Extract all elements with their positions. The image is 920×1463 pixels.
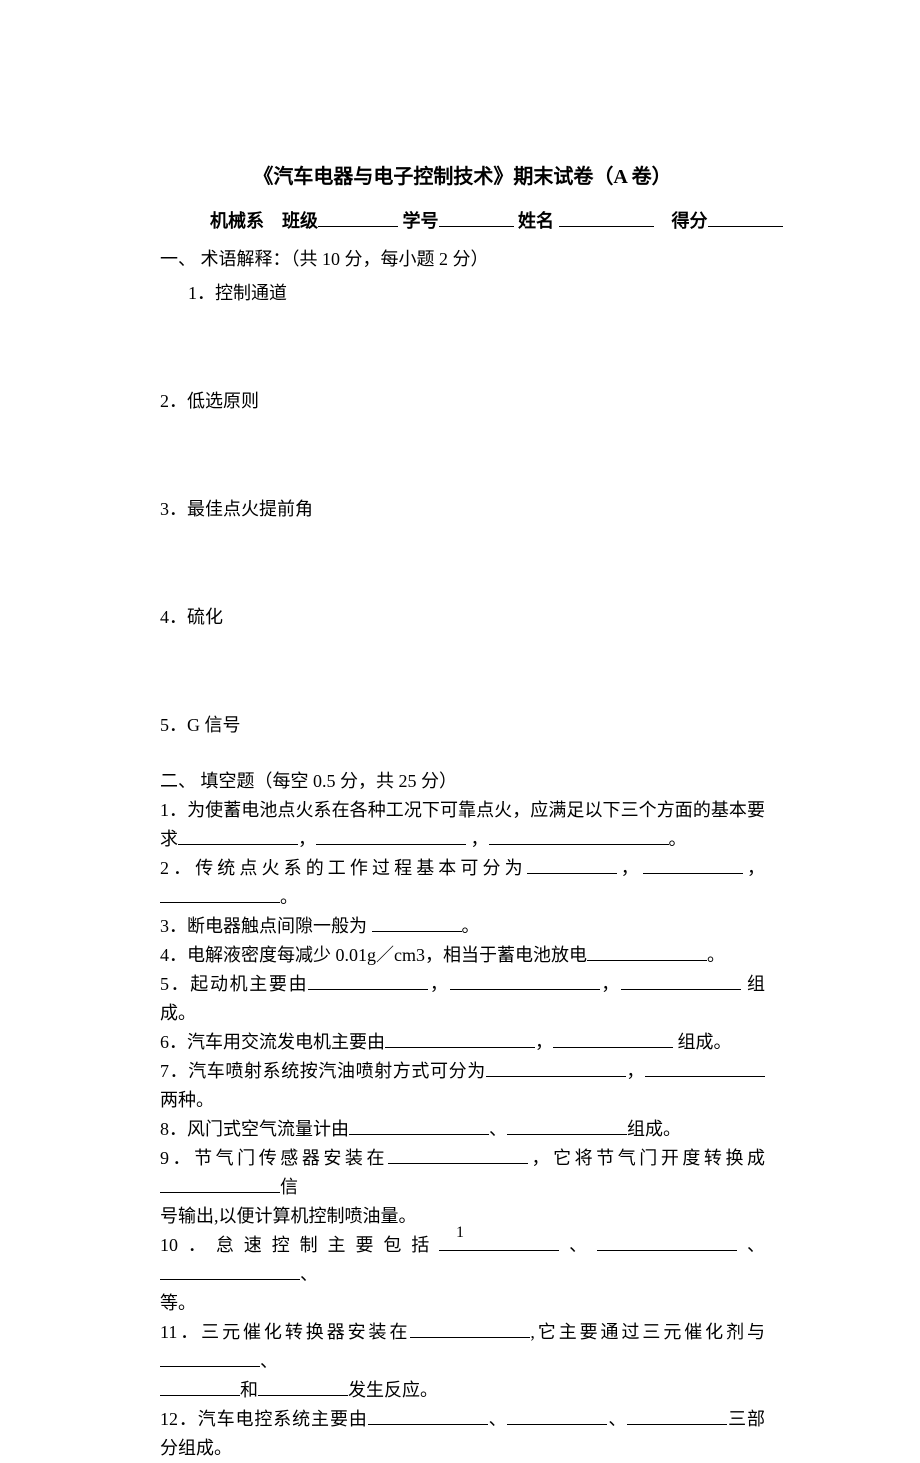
q12: 12．汽车电控系统主要由、、三部分组成。 [160, 1405, 765, 1463]
blank [410, 1320, 530, 1338]
blank [450, 972, 600, 990]
blank [160, 1349, 260, 1367]
blank [308, 972, 428, 990]
q8-text-b: 组成。 [627, 1119, 681, 1139]
blank [388, 1146, 528, 1164]
q6: 6．汽车用交流发电机主要由， 组成。 [160, 1028, 765, 1057]
q1-text-a: 1．为使蓄电池点火系在各种工况下可靠点火，应满足以下三个方面的基本要 [160, 800, 765, 820]
blank [507, 1407, 607, 1425]
blank [486, 1059, 626, 1077]
blank [643, 856, 743, 874]
blank [621, 972, 741, 990]
q9-text-c: 信 [280, 1177, 298, 1197]
term-2: 2．低选原则 [160, 387, 765, 413]
q11-text-b: ,它主要通过三元催化剂与 [530, 1322, 765, 1342]
q6-text-b: 组成。 [673, 1032, 732, 1052]
dept-label: 机械系 [210, 211, 264, 231]
page-number: 1 [0, 1224, 920, 1242]
term-3: 3．最佳点火提前角 [160, 495, 765, 521]
q9-text-b: ，它将节气门开度转换成 [528, 1148, 765, 1168]
name-blank [559, 209, 654, 227]
q7-text-a: 7．汽车喷射系统按汽油喷射方式可分为 [160, 1061, 486, 1081]
term-4: 4．硫化 [160, 603, 765, 629]
blank [349, 1117, 489, 1135]
id-blank [439, 209, 514, 227]
blank [627, 1407, 727, 1425]
q11-text-a: 11．三元催化转换器安装在 [160, 1322, 410, 1342]
blank [372, 914, 462, 932]
q7: 7．汽车喷射系统按汽油喷射方式可分为， 两种。 [160, 1057, 765, 1115]
q11-line2: 和 发生反应。 [160, 1376, 765, 1405]
q2: 2．传统点火系的工作过程基本可分为，，。 [160, 854, 765, 912]
q8-text-a: 8．风门式空气流量计由 [160, 1119, 349, 1139]
exam-info-line: 机械系 班级 学号 姓名 得分 [210, 207, 765, 233]
blank [645, 1059, 765, 1077]
section1-header: 一、 术语解释：（共 10 分，每小题 2 分） [160, 245, 765, 271]
blank [553, 1030, 673, 1048]
q5-text-a: 5．起动机主要由 [160, 974, 308, 994]
q9-text-a: 9．节气门传感器安装在 [160, 1148, 388, 1168]
q9-line1: 9．节气门传感器安装在 ，它将节气门开度转换成信 [160, 1144, 765, 1202]
q11-line1: 11．三元催化转换器安装在,它主要通过三元催化剂与、 [160, 1318, 765, 1376]
q2-text: 2．传统点火系的工作过程基本可分为 [160, 858, 527, 878]
q3-text: 3．断电器触点间隙一般为 [160, 916, 372, 936]
blank [385, 1030, 535, 1048]
blank [587, 943, 707, 961]
score-blank [708, 209, 783, 227]
term-1: 1．控制通道 [160, 279, 765, 305]
blank [507, 1117, 627, 1135]
section2-header: 二、 填空题（每空 0.5 分，共 25 分） [160, 767, 765, 796]
blank [160, 1175, 280, 1193]
id-label: 学号 [403, 211, 439, 231]
q5: 5．起动机主要由，， 组成。 [160, 970, 765, 1028]
blank [527, 856, 617, 874]
q7-text-b: 两种。 [160, 1090, 214, 1110]
q3: 3．断电器触点间隙一般为 。 [160, 912, 765, 941]
q12-text-a: 12．汽车电控系统主要由 [160, 1409, 368, 1429]
q10-line2: 等。 [160, 1289, 765, 1318]
q11-text-d: 发生反应。 [348, 1380, 438, 1400]
class-label: 班级 [282, 211, 318, 231]
blank [489, 827, 669, 845]
blank [316, 827, 466, 845]
class-blank [318, 209, 398, 227]
blank [160, 1378, 240, 1396]
q8: 8．风门式空气流量计由、组成。 [160, 1115, 765, 1144]
q11-text-c: 和 [240, 1380, 258, 1400]
blank [178, 827, 298, 845]
blank [160, 1262, 300, 1280]
q1-line1: 1．为使蓄电池点火系在各种工况下可靠点火，应满足以下三个方面的基本要 [160, 796, 765, 825]
blank [368, 1407, 488, 1425]
name-label: 姓名 [518, 211, 554, 231]
q4: 4．电解液密度每减少 0.01g／cm3，相当于蓄电池放电。 [160, 941, 765, 970]
score-label: 得分 [672, 211, 708, 231]
q1-text-b: 求 [160, 829, 178, 849]
blank [160, 885, 280, 903]
q4-text: 4．电解液密度每减少 0.01g／cm3，相当于蓄电池放电 [160, 945, 587, 965]
term-5: 5．G 信号 [160, 711, 765, 737]
blank [258, 1378, 348, 1396]
q6-text-a: 6．汽车用交流发电机主要由 [160, 1032, 385, 1052]
exam-title: 《汽车电器与电子控制技术》期末试卷（A 卷） [160, 160, 765, 189]
q1-line2: 求， ，。 [160, 825, 765, 854]
